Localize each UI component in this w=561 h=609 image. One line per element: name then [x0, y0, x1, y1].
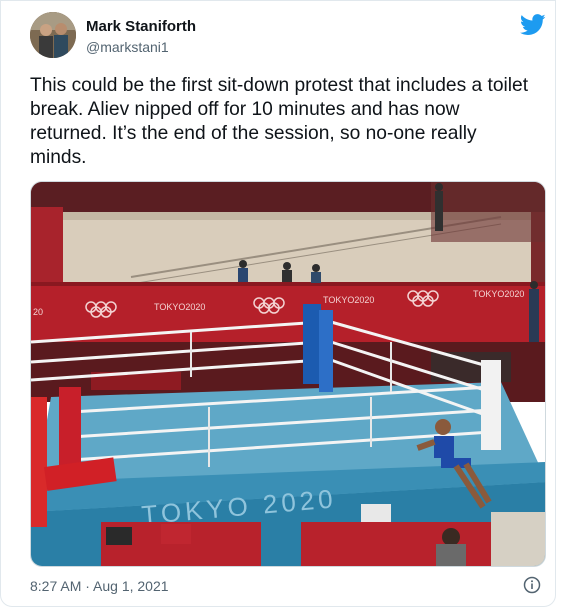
tweet-media-photo[interactable]: TOKYO2020 TOKYO2020 TOKYO2020 20 TOKYO 2…	[30, 181, 546, 567]
tweet-text: This could be the first sit-down protest…	[30, 75, 529, 168]
banner-text: TOKYO2020	[154, 302, 205, 312]
avatar[interactable]	[30, 12, 76, 58]
tweet-card: Mark Staniforth @markstani1 This could b…	[0, 0, 556, 607]
info-icon[interactable]	[523, 576, 541, 594]
avatar-photo-icon	[30, 12, 76, 58]
twitter-bird-icon[interactable]	[520, 14, 546, 36]
author-display-name[interactable]: Mark Staniforth	[86, 18, 196, 35]
boxing-ring-photo-icon: TOKYO2020 TOKYO2020 TOKYO2020 20 TOKYO 2…	[31, 182, 545, 566]
author-handle[interactable]: @markstani1	[86, 39, 169, 55]
banner-text: TOKYO2020	[473, 289, 524, 299]
tweet-timestamp[interactable]: 8:27 AM · Aug 1, 2021	[30, 578, 169, 594]
banner-text: 20	[33, 307, 43, 317]
banner-text: TOKYO2020	[323, 295, 374, 305]
